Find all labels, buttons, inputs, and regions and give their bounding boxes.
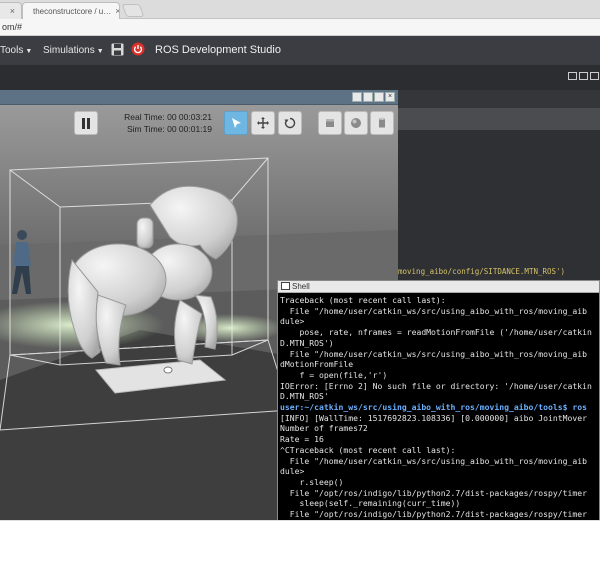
browser-tab-2[interactable]: theconstructcore / u… × xyxy=(22,2,120,19)
address-bar[interactable]: om/# xyxy=(0,19,600,36)
insert-box-button[interactable] xyxy=(318,111,342,135)
browser-tab-1[interactable]: × xyxy=(0,2,22,19)
simulation-window-header: × xyxy=(0,90,398,105)
page-footer-area xyxy=(0,520,600,563)
terminal-icon xyxy=(281,282,290,290)
tab-close-icon[interactable]: × xyxy=(10,6,15,16)
translate-mode-button[interactable] xyxy=(251,111,275,135)
simulations-menu[interactable]: Simulations ▼ xyxy=(43,36,104,65)
caret-down-icon: ▼ xyxy=(25,48,33,55)
workspace-top-strip xyxy=(0,65,600,90)
terminal-line: File "/home/user/catkin_ws/src/using_aib… xyxy=(280,348,587,359)
shell-titlebar[interactable]: Shell xyxy=(278,281,599,293)
terminal-line: File "/home/user/catkin_ws/src/using_aib… xyxy=(280,455,587,466)
move-icon xyxy=(257,117,269,129)
terminal-line: D.MTN_ROS') xyxy=(280,337,334,348)
shell-window[interactable]: Shell Traceback (most recent call last):… xyxy=(277,280,600,530)
shell-title: Shell xyxy=(292,282,310,291)
terminal-line: D.MTN_ROS' xyxy=(280,391,329,402)
save-icon[interactable] xyxy=(111,43,124,56)
terminal-line: dule> xyxy=(280,316,305,327)
terminal-line: f = open(file,'r') xyxy=(280,369,388,380)
window-minimize-icon[interactable] xyxy=(579,72,588,80)
window-minimize-icon[interactable] xyxy=(363,92,373,102)
terminal-line: ^CTraceback (most recent call last): xyxy=(280,444,456,455)
editor-code-line[interactable]: moving_aibo/config/SITDANCE.MTN_ROS') xyxy=(398,266,600,278)
terminal-prompt-line: user:~/catkin_ws/src/using_aibo_with_ros… xyxy=(280,402,587,413)
sphere-icon xyxy=(351,118,361,128)
tools-menu[interactable]: Tools ▼ xyxy=(0,36,32,65)
box-icon xyxy=(326,119,334,127)
sim-time-label: Sim Time: 00 00:01:19 xyxy=(126,124,212,134)
tools-menu-label: Tools xyxy=(0,45,24,56)
rotate-icon xyxy=(284,117,296,129)
url-text: om/# xyxy=(2,22,23,32)
pause-icon xyxy=(82,117,90,129)
sim-time-display: Real Time: 00 00:03:21 Sim Time: 00 00:0… xyxy=(112,111,212,137)
power-icon[interactable] xyxy=(131,42,145,56)
window-maximize-icon[interactable] xyxy=(374,92,384,102)
select-arrow-icon xyxy=(232,118,241,128)
terminal-line: Traceback (most recent call last): xyxy=(280,295,446,305)
simulations-menu-label: Simulations xyxy=(43,45,95,56)
caret-down-icon: ▼ xyxy=(96,48,104,55)
window-restore-icon[interactable] xyxy=(352,92,362,102)
terminal-line: IOError: [Errno 2] No such file or direc… xyxy=(280,380,592,391)
pause-button[interactable] xyxy=(74,111,98,135)
terminal-line: r.sleep() xyxy=(280,476,344,487)
insert-cylinder-button[interactable] xyxy=(370,111,394,135)
terminal-line: Rate = 16 xyxy=(280,434,324,445)
browser-tab-bar: × theconstructcore / u… × xyxy=(0,0,600,19)
terminal-line: File "/opt/ros/indigo/lib/python2.7/dist… xyxy=(280,487,587,498)
new-tab-button[interactable] xyxy=(121,4,145,17)
cylinder-icon xyxy=(379,117,385,128)
tab-label: theconstructcore / u… xyxy=(33,6,112,16)
terminal-line: File "/opt/ros/indigo/lib/python2.7/dist… xyxy=(280,509,587,520)
ide-side-panel-header xyxy=(398,90,600,108)
terminal-line: dule> xyxy=(280,466,305,477)
window-restore-icon[interactable] xyxy=(568,72,577,80)
tab-close-icon[interactable]: × xyxy=(115,6,119,16)
terminal-output[interactable]: Traceback (most recent call last): File … xyxy=(280,295,598,529)
app-navbar: Tools ▼ Simulations ▼ ROS Development Stud… xyxy=(0,36,600,65)
terminal-line: dMotionFromFile xyxy=(280,359,354,370)
window-close-icon[interactable]: × xyxy=(385,92,395,102)
terminal-line: File "/home/user/catkin_ws/src/using_aib… xyxy=(280,305,587,316)
terminal-line: pose, rate, nframes = readMotionFromFile… xyxy=(280,327,592,338)
ide-tab-strip xyxy=(398,108,600,130)
rotate-mode-button[interactable] xyxy=(278,111,302,135)
terminal-line: Number of frames72 xyxy=(280,423,368,434)
terminal-line: [INFO] [WallTime: 1517692823.108336] [0.… xyxy=(280,412,587,423)
real-time-label: Real Time: 00 00:03:21 xyxy=(124,112,212,122)
window-maximize-icon[interactable] xyxy=(590,72,599,80)
insert-sphere-button[interactable] xyxy=(344,111,368,135)
terminal-line: sleep(self._remaining(curr_time)) xyxy=(280,498,461,509)
app-title: ROS Development Studio xyxy=(155,44,281,56)
select-mode-button[interactable] xyxy=(224,111,248,135)
